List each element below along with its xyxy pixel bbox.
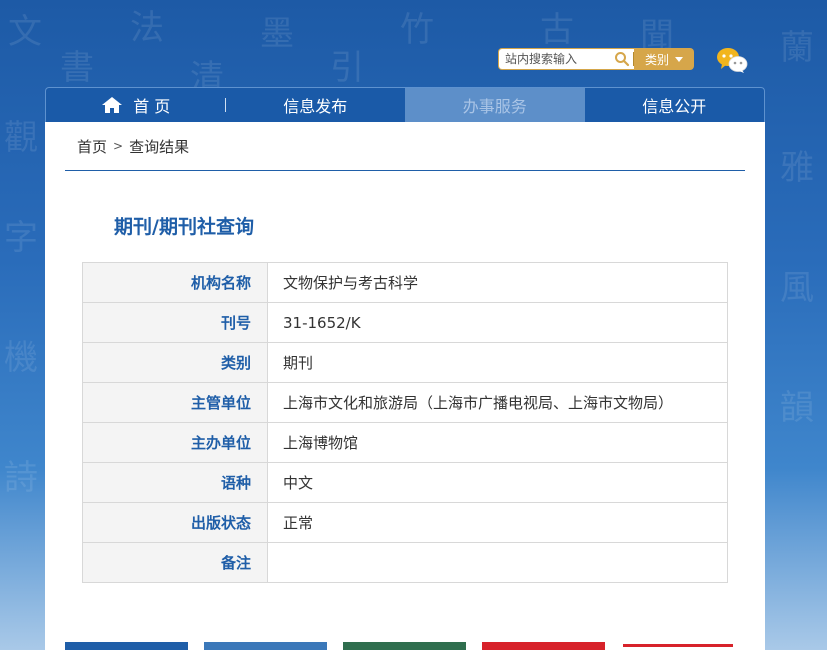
- row-value: 上海市文化和旅游局（上海市广播电视局、上海市文物局）: [267, 382, 728, 423]
- row-value: [267, 542, 728, 583]
- row-label: 出版状态: [82, 502, 268, 543]
- journal-details-table: 机构名称 文物保护与考古科学 刊号 31-1652/K 类别 期刊 主管单位 上…: [82, 262, 728, 583]
- home-icon: [102, 97, 123, 113]
- breadcrumb-home-link[interactable]: 首页: [77, 136, 107, 157]
- footer-banner-link[interactable]: [623, 644, 733, 650]
- footer-banner-link[interactable]: [482, 642, 605, 650]
- row-label: 刊号: [82, 302, 268, 343]
- nav-item-disclosure[interactable]: 信息公开: [585, 88, 765, 122]
- row-label: 机构名称: [82, 262, 268, 303]
- table-row: 类别 期刊: [82, 342, 728, 383]
- row-value: 期刊: [267, 342, 728, 383]
- main-nav: 首 页 信息发布 办事服务 信息公开: [45, 87, 765, 122]
- search-icon: [615, 52, 630, 67]
- table-row: 语种 中文: [82, 462, 728, 503]
- row-label: 主管单位: [82, 382, 268, 423]
- table-row: 刊号 31-1652/K: [82, 302, 728, 343]
- row-label: 语种: [82, 462, 268, 503]
- row-value: 中文: [267, 462, 728, 503]
- table-row: 出版状态 正常: [82, 502, 728, 543]
- site-search: 类别: [498, 48, 694, 70]
- table-row: 机构名称 文物保护与考古科学: [82, 262, 728, 303]
- nav-item-label: 信息发布: [283, 97, 348, 116]
- row-value: 上海博物馆: [267, 422, 728, 463]
- search-input[interactable]: [498, 48, 610, 70]
- content-panel: 首页 > 查询结果 期刊/期刊社查询 机构名称 文物保护与考古科学 刊号 31-…: [45, 122, 765, 650]
- row-value: 文物保护与考古科学: [267, 262, 728, 303]
- row-value: 31-1652/K: [267, 302, 728, 343]
- row-label: 类别: [82, 342, 268, 383]
- nav-item-label: 首 页: [133, 97, 171, 116]
- category-label: 类别: [644, 52, 669, 67]
- chevron-down-icon: [675, 56, 683, 62]
- breadcrumb-separator: >: [113, 139, 124, 153]
- footer-banner-link[interactable]: [204, 642, 327, 650]
- row-label: 备注: [82, 542, 268, 583]
- nav-item-home[interactable]: 首 页: [46, 88, 226, 122]
- footer-banner-link[interactable]: [343, 642, 466, 650]
- category-dropdown[interactable]: 类别: [634, 48, 694, 70]
- table-row: 备注: [82, 542, 728, 583]
- search-button[interactable]: [610, 48, 634, 70]
- breadcrumb-current: 查询结果: [129, 137, 190, 156]
- row-label: 主办单位: [82, 422, 268, 463]
- footer-banner-link[interactable]: [65, 642, 188, 650]
- breadcrumb: 首页 > 查询结果: [65, 122, 745, 171]
- nav-item-label: 办事服务: [462, 97, 527, 116]
- table-row: 主管单位 上海市文化和旅游局（上海市广播电视局、上海市文物局）: [82, 382, 728, 423]
- nav-item-label: 信息公开: [642, 97, 707, 116]
- row-value: 正常: [267, 502, 728, 543]
- wechat-icon[interactable]: [716, 46, 748, 74]
- nav-item-publish[interactable]: 信息发布: [226, 88, 406, 122]
- nav-item-services[interactable]: 办事服务: [405, 88, 585, 122]
- table-row: 主办单位 上海博物馆: [82, 422, 728, 463]
- page-title: 期刊/期刊社查询: [114, 216, 254, 238]
